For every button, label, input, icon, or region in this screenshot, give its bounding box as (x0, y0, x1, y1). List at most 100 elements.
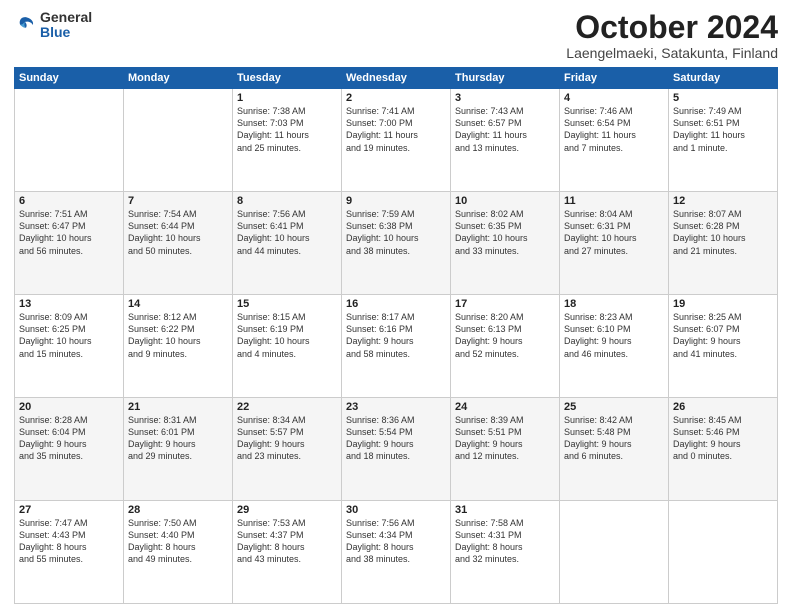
calendar-cell: 18Sunrise: 8:23 AM Sunset: 6:10 PM Dayli… (560, 295, 669, 398)
day-info: Sunrise: 8:25 AM Sunset: 6:07 PM Dayligh… (673, 311, 773, 360)
day-info: Sunrise: 8:42 AM Sunset: 5:48 PM Dayligh… (564, 414, 664, 463)
calendar-cell: 27Sunrise: 7:47 AM Sunset: 4:43 PM Dayli… (15, 501, 124, 604)
day-info: Sunrise: 7:54 AM Sunset: 6:44 PM Dayligh… (128, 208, 228, 257)
calendar-week-row: 27Sunrise: 7:47 AM Sunset: 4:43 PM Dayli… (15, 501, 778, 604)
day-info: Sunrise: 7:41 AM Sunset: 7:00 PM Dayligh… (346, 105, 446, 154)
calendar-week-row: 1Sunrise: 7:38 AM Sunset: 7:03 PM Daylig… (15, 89, 778, 192)
calendar-cell: 21Sunrise: 8:31 AM Sunset: 6:01 PM Dayli… (124, 398, 233, 501)
calendar-cell: 2Sunrise: 7:41 AM Sunset: 7:00 PM Daylig… (342, 89, 451, 192)
calendar-cell (669, 501, 778, 604)
header-tuesday: Tuesday (233, 68, 342, 89)
calendar-cell: 23Sunrise: 8:36 AM Sunset: 5:54 PM Dayli… (342, 398, 451, 501)
logo-bird-icon (14, 14, 36, 36)
calendar-cell (15, 89, 124, 192)
day-info: Sunrise: 7:51 AM Sunset: 6:47 PM Dayligh… (19, 208, 119, 257)
day-number: 1 (237, 92, 337, 104)
calendar-cell: 8Sunrise: 7:56 AM Sunset: 6:41 PM Daylig… (233, 192, 342, 295)
day-number: 20 (19, 401, 119, 413)
day-number: 14 (128, 298, 228, 310)
day-number: 18 (564, 298, 664, 310)
calendar-cell: 7Sunrise: 7:54 AM Sunset: 6:44 PM Daylig… (124, 192, 233, 295)
calendar-cell (560, 501, 669, 604)
day-number: 3 (455, 92, 555, 104)
day-number: 5 (673, 92, 773, 104)
calendar-cell: 5Sunrise: 7:49 AM Sunset: 6:51 PM Daylig… (669, 89, 778, 192)
calendar-cell: 16Sunrise: 8:17 AM Sunset: 6:16 PM Dayli… (342, 295, 451, 398)
day-number: 9 (346, 195, 446, 207)
calendar-cell: 17Sunrise: 8:20 AM Sunset: 6:13 PM Dayli… (451, 295, 560, 398)
logo-general: General (40, 10, 92, 25)
day-info: Sunrise: 7:56 AM Sunset: 4:34 PM Dayligh… (346, 517, 446, 566)
page-header: General Blue October 2024 Laengelmaeki, … (14, 10, 778, 61)
day-info: Sunrise: 8:28 AM Sunset: 6:04 PM Dayligh… (19, 414, 119, 463)
day-info: Sunrise: 8:04 AM Sunset: 6:31 PM Dayligh… (564, 208, 664, 257)
day-info: Sunrise: 8:39 AM Sunset: 5:51 PM Dayligh… (455, 414, 555, 463)
calendar-cell: 3Sunrise: 7:43 AM Sunset: 6:57 PM Daylig… (451, 89, 560, 192)
day-info: Sunrise: 7:59 AM Sunset: 6:38 PM Dayligh… (346, 208, 446, 257)
logo-blue: Blue (40, 25, 92, 40)
day-info: Sunrise: 7:58 AM Sunset: 4:31 PM Dayligh… (455, 517, 555, 566)
calendar-week-row: 20Sunrise: 8:28 AM Sunset: 6:04 PM Dayli… (15, 398, 778, 501)
header-thursday: Thursday (451, 68, 560, 89)
day-number: 15 (237, 298, 337, 310)
calendar-week-row: 13Sunrise: 8:09 AM Sunset: 6:25 PM Dayli… (15, 295, 778, 398)
calendar-cell: 14Sunrise: 8:12 AM Sunset: 6:22 PM Dayli… (124, 295, 233, 398)
header-wednesday: Wednesday (342, 68, 451, 89)
day-number: 2 (346, 92, 446, 104)
day-number: 23 (346, 401, 446, 413)
calendar-table: Sunday Monday Tuesday Wednesday Thursday… (14, 67, 778, 604)
day-number: 8 (237, 195, 337, 207)
day-info: Sunrise: 7:53 AM Sunset: 4:37 PM Dayligh… (237, 517, 337, 566)
calendar-location: Laengelmaeki, Satakunta, Finland (566, 45, 778, 61)
day-info: Sunrise: 8:20 AM Sunset: 6:13 PM Dayligh… (455, 311, 555, 360)
day-info: Sunrise: 8:45 AM Sunset: 5:46 PM Dayligh… (673, 414, 773, 463)
calendar-cell: 20Sunrise: 8:28 AM Sunset: 6:04 PM Dayli… (15, 398, 124, 501)
calendar-title: October 2024 (566, 10, 778, 45)
day-info: Sunrise: 7:43 AM Sunset: 6:57 PM Dayligh… (455, 105, 555, 154)
calendar-cell: 31Sunrise: 7:58 AM Sunset: 4:31 PM Dayli… (451, 501, 560, 604)
calendar-cell: 19Sunrise: 8:25 AM Sunset: 6:07 PM Dayli… (669, 295, 778, 398)
day-number: 10 (455, 195, 555, 207)
day-number: 21 (128, 401, 228, 413)
calendar-cell: 11Sunrise: 8:04 AM Sunset: 6:31 PM Dayli… (560, 192, 669, 295)
day-info: Sunrise: 8:31 AM Sunset: 6:01 PM Dayligh… (128, 414, 228, 463)
day-number: 17 (455, 298, 555, 310)
day-number: 4 (564, 92, 664, 104)
day-number: 30 (346, 504, 446, 516)
calendar-cell: 12Sunrise: 8:07 AM Sunset: 6:28 PM Dayli… (669, 192, 778, 295)
day-info: Sunrise: 8:17 AM Sunset: 6:16 PM Dayligh… (346, 311, 446, 360)
day-number: 6 (19, 195, 119, 207)
calendar-cell: 29Sunrise: 7:53 AM Sunset: 4:37 PM Dayli… (233, 501, 342, 604)
calendar-cell (124, 89, 233, 192)
calendar-cell: 26Sunrise: 8:45 AM Sunset: 5:46 PM Dayli… (669, 398, 778, 501)
calendar-cell: 22Sunrise: 8:34 AM Sunset: 5:57 PM Dayli… (233, 398, 342, 501)
title-block: October 2024 Laengelmaeki, Satakunta, Fi… (566, 10, 778, 61)
day-info: Sunrise: 8:09 AM Sunset: 6:25 PM Dayligh… (19, 311, 119, 360)
day-number: 7 (128, 195, 228, 207)
day-info: Sunrise: 8:15 AM Sunset: 6:19 PM Dayligh… (237, 311, 337, 360)
day-number: 27 (19, 504, 119, 516)
day-number: 26 (673, 401, 773, 413)
day-info: Sunrise: 8:07 AM Sunset: 6:28 PM Dayligh… (673, 208, 773, 257)
calendar-cell: 24Sunrise: 8:39 AM Sunset: 5:51 PM Dayli… (451, 398, 560, 501)
day-info: Sunrise: 8:36 AM Sunset: 5:54 PM Dayligh… (346, 414, 446, 463)
calendar-header-row: Sunday Monday Tuesday Wednesday Thursday… (15, 68, 778, 89)
day-number: 28 (128, 504, 228, 516)
day-info: Sunrise: 7:47 AM Sunset: 4:43 PM Dayligh… (19, 517, 119, 566)
calendar-cell: 28Sunrise: 7:50 AM Sunset: 4:40 PM Dayli… (124, 501, 233, 604)
calendar-cell: 13Sunrise: 8:09 AM Sunset: 6:25 PM Dayli… (15, 295, 124, 398)
day-info: Sunrise: 8:34 AM Sunset: 5:57 PM Dayligh… (237, 414, 337, 463)
calendar-week-row: 6Sunrise: 7:51 AM Sunset: 6:47 PM Daylig… (15, 192, 778, 295)
calendar-cell: 4Sunrise: 7:46 AM Sunset: 6:54 PM Daylig… (560, 89, 669, 192)
calendar-cell: 25Sunrise: 8:42 AM Sunset: 5:48 PM Dayli… (560, 398, 669, 501)
day-info: Sunrise: 8:23 AM Sunset: 6:10 PM Dayligh… (564, 311, 664, 360)
day-info: Sunrise: 8:02 AM Sunset: 6:35 PM Dayligh… (455, 208, 555, 257)
day-number: 13 (19, 298, 119, 310)
day-number: 16 (346, 298, 446, 310)
day-number: 11 (564, 195, 664, 207)
day-number: 25 (564, 401, 664, 413)
calendar-cell: 30Sunrise: 7:56 AM Sunset: 4:34 PM Dayli… (342, 501, 451, 604)
calendar-cell: 9Sunrise: 7:59 AM Sunset: 6:38 PM Daylig… (342, 192, 451, 295)
calendar-cell: 1Sunrise: 7:38 AM Sunset: 7:03 PM Daylig… (233, 89, 342, 192)
day-info: Sunrise: 8:12 AM Sunset: 6:22 PM Dayligh… (128, 311, 228, 360)
